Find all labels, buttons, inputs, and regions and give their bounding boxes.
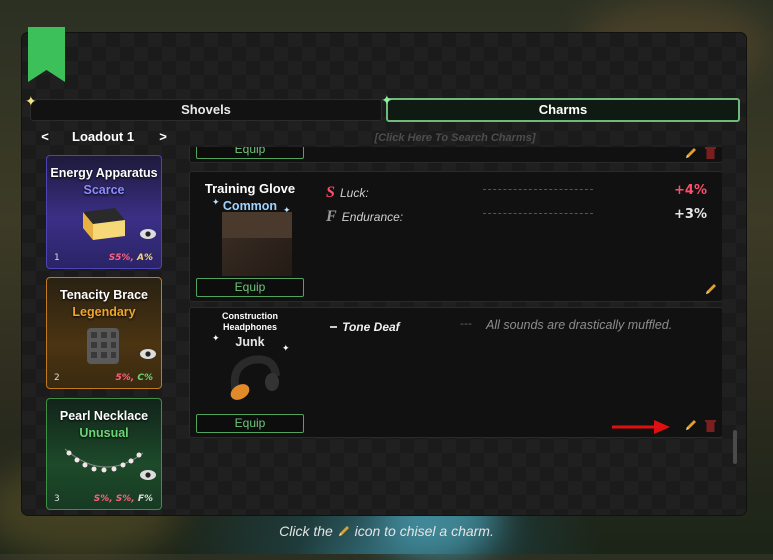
charm-name: Headphones <box>222 322 277 332</box>
equipped-slot-2[interactable]: Tenacity Brace Legendary 2 5%, C% <box>46 277 162 389</box>
footer-hint-text: icon to chisel a charm. <box>354 523 494 539</box>
trait-separator: --- <box>460 317 472 330</box>
trash-icon[interactable] <box>705 419 716 432</box>
slot-number: 1 <box>54 253 60 263</box>
footer-hint: Click the icon to chisel a charm. <box>0 523 773 539</box>
equip-button[interactable]: Equip <box>196 147 304 159</box>
stat-value: +4% <box>674 183 707 198</box>
headphones-icon <box>230 355 280 400</box>
eye-icon[interactable] <box>139 469 157 481</box>
pencil-icon[interactable] <box>684 147 698 160</box>
trait-description: All sounds are drastically muffled. <box>486 318 673 332</box>
trait-name: Tone Deaf <box>342 320 400 334</box>
stat-divider <box>483 189 593 190</box>
slot-number: 3 <box>54 494 60 504</box>
stat-row: F Endurance: <box>326 206 403 226</box>
charm-card: Equip <box>189 147 722 163</box>
stat-letter: F <box>326 208 337 225</box>
stat-value: +3% <box>674 207 707 222</box>
equip-button[interactable]: Equip <box>196 278 304 297</box>
charm-search-input[interactable]: [Click Here To Search Charms] <box>188 128 722 148</box>
loadout-prev-button[interactable]: < <box>38 129 52 144</box>
charm-card: Training Glove Common ✦ ✦ S Luck: +4% F … <box>189 171 722 302</box>
sparkle-icon: ✦ <box>381 93 393 109</box>
loadout-selector: < Loadout 1 > <box>38 129 172 147</box>
training-glove-icon <box>222 212 292 276</box>
pencil-icon[interactable] <box>704 282 718 296</box>
bookmark-icon <box>28 27 65 82</box>
energy-apparatus-icon <box>83 208 125 240</box>
sparkle-icon: ✦ <box>212 198 220 208</box>
slot-stats: S%, S%, F% <box>93 494 153 504</box>
loadout-next-button[interactable]: > <box>156 129 170 144</box>
charm-rarity: Junk <box>235 335 265 349</box>
stat-row: S Luck: <box>326 182 369 202</box>
stat-label: Luck: <box>340 186 369 200</box>
trash-icon[interactable] <box>705 147 716 159</box>
equipped-slot-3[interactable]: Pearl Necklace Unusual 3 S%, S%, F% <box>46 398 162 510</box>
charm-rarity: Common <box>222 199 278 213</box>
sparkle-icon: ✦ <box>25 94 37 110</box>
trait-row: Tone Deaf <box>330 316 400 335</box>
slot-stats: S5%, A% <box>108 253 153 263</box>
stat-label: Endurance: <box>341 210 404 224</box>
loadout-title: Loadout 1 <box>72 129 135 144</box>
arrow-icon <box>612 420 670 434</box>
stat-divider <box>483 213 593 214</box>
eye-icon[interactable] <box>139 228 157 240</box>
slot-charm-rarity: Legendary <box>72 305 136 319</box>
trait-icon <box>330 325 337 328</box>
eye-icon[interactable] <box>139 348 157 360</box>
slot-charm-rarity: Scarce <box>83 183 125 197</box>
pencil-icon[interactable] <box>684 418 698 432</box>
equipped-slot-1[interactable]: Energy Apparatus Scarce 1 S5%, A% <box>46 155 162 269</box>
pearl-necklace-icon <box>64 448 144 473</box>
footer-hint-text: Click the <box>279 523 333 539</box>
charm-name: Construction <box>222 311 278 321</box>
sparkle-icon: ✦ <box>282 344 290 354</box>
equip-button[interactable]: Equip <box>196 414 304 433</box>
slot-charm-name: Pearl Necklace <box>59 409 149 423</box>
tenacity-brace-icon <box>87 328 119 364</box>
slot-number: 2 <box>54 373 60 383</box>
slot-charm-rarity: Unusual <box>79 426 129 440</box>
scrollbar[interactable] <box>733 430 737 464</box>
slot-charm-name: Energy Apparatus <box>50 166 158 180</box>
tab-shovels[interactable]: Shovels <box>30 99 382 121</box>
tab-charms[interactable]: Charms <box>386 98 740 122</box>
stat-letter: S <box>326 184 335 201</box>
slot-stats: 5%, C% <box>115 373 153 383</box>
pencil-icon <box>338 526 349 536</box>
sparkle-icon: ✦ <box>212 334 220 344</box>
slot-charm-name: Tenacity Brace <box>59 288 148 302</box>
charm-name: Training Glove <box>204 181 296 196</box>
